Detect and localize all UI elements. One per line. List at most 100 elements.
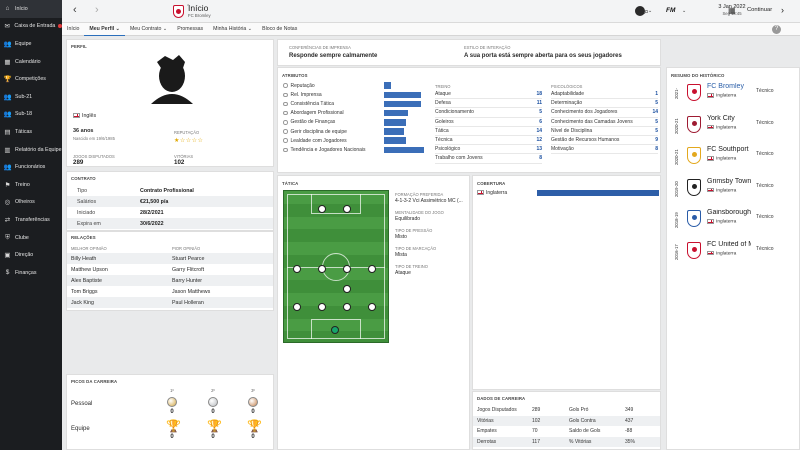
sidebar-item-7[interactable]: ▤ Táticas [0,123,62,141]
help-icon[interactable]: ? [772,25,781,34]
attribute-row[interactable]: Consistência Tática [283,99,383,108]
player-left-back[interactable] [293,303,301,311]
continue-arrow-icon[interactable]: › [781,5,784,15]
stat-value: 35% [625,438,636,445]
best-opinion-person[interactable]: Jack King [71,300,94,306]
sidebar-item-6[interactable]: 👥 Sub-18 [0,106,62,124]
career-stat-row: Empates 70 Saldo de Gols -88 [473,426,660,437]
tab-5[interactable]: Bloco de Notas [257,23,302,36]
sidebar-item-12[interactable]: ⇄ Transferências [0,211,62,229]
attribute-row[interactable]: Rel. Imprensa [283,90,383,99]
club-crest[interactable] [173,5,184,18]
best-opinion-person[interactable]: Billy Heath [71,256,96,262]
sidebar-item-10[interactable]: ⚑ Treino [0,176,62,194]
back-icon[interactable]: ‹ [73,4,77,16]
forward-icon[interactable]: › [95,4,99,16]
history-row[interactable]: 2019-20 Grimsby Town Inglaterra Técnico [672,174,800,204]
sidebar-item-5[interactable]: 👥 Sub-21 [0,88,62,106]
sidebar-item-4[interactable]: 🏆 Competições [0,70,62,88]
trophy-icon: 🏆 [207,419,222,433]
attribute-row[interactable]: Tendência e Jogadores Nacionais [283,145,383,154]
player-defensive-mid[interactable] [343,285,351,293]
history-club[interactable]: York City [707,115,751,122]
attribute-radio-icon[interactable] [283,129,288,134]
attribute-radio-icon[interactable] [283,92,288,98]
chevron-down-icon[interactable]: ⌄ [648,8,652,14]
player-goalkeeper[interactable] [331,326,339,334]
worst-opinion-person[interactable]: Paul Holleran [172,300,204,306]
attribute-row[interactable]: Gestão de Finanças [283,118,383,127]
attribute-radio-icon[interactable] [283,101,288,107]
sidebar-item-11[interactable]: ◎ Olheiros [0,194,62,212]
sidebar-item-15[interactable]: $ Finanças [0,264,62,282]
sidebar-item-14[interactable]: ▣ Direção [0,246,62,264]
history-club[interactable]: Gainsborough T... [707,209,751,216]
player-center-mid-right[interactable] [343,265,351,273]
worst-opinion-person[interactable]: Barry Hunter [172,278,202,284]
globe-icon[interactable] [635,6,645,16]
best-opinion-person[interactable]: Tom Briggs [71,289,98,295]
history-row[interactable]: 2021- FC Bromley Inglaterra Técnico [672,79,800,109]
history-row[interactable]: 2020-21 York City Inglaterra Técnico [672,111,800,141]
fm-chevron-icon[interactable]: ⌄ [682,8,686,14]
tab-0[interactable]: Início [62,23,84,36]
sidebar-item-9[interactable]: 👥 Funcionários [0,158,62,176]
home-icon: ⌂ [5,5,10,13]
sidebar-item-label: Caixa de Entrada [14,23,56,30]
player-center-back-right[interactable] [343,303,351,311]
history-row[interactable]: 2018-19 Gainsborough T... Inglaterra Técnic… [672,205,800,235]
formation-pitch[interactable] [283,190,389,343]
history-club[interactable]: FC Southport [707,146,751,153]
history-club[interactable]: FC United of M... [707,241,751,248]
formation-value[interactable]: 4-1-3-2 Vci Assimétrico MC (... [395,198,463,204]
player-center-back-left[interactable] [318,303,326,311]
history-row[interactable]: 2020-21 FC Southport Inglaterra Técnico [672,142,800,172]
attribute-value: 14 [536,127,542,134]
attribute-radio-icon[interactable] [283,147,288,153]
tactics-heading: TÁTICA [282,181,299,186]
sidebar-item-3[interactable]: ▦ Calendário [0,53,62,71]
player-center-mid-left[interactable] [318,265,326,273]
player-striker-right[interactable] [343,205,351,213]
player-right-back[interactable] [368,303,376,311]
career-high-count: 0 [251,434,255,440]
worst-opinion-person[interactable]: Jason Matthews [172,289,210,295]
worst-opinion-person[interactable]: Garry Flitcroft [172,267,204,273]
sidebar-item-13[interactable]: ⛨ Clube [0,229,62,247]
attribute-row[interactable]: Lealdade com Jogadores [283,136,383,145]
history-club[interactable]: FC Bromley [707,83,751,90]
career-high-count: 0 [211,434,215,440]
attribute-row[interactable]: Gerir disciplina de equipe [283,127,383,136]
tab-2[interactable]: Meu Contrato ⌄ [125,23,172,36]
coverage-country-text: Inglaterra [486,190,508,196]
player-striker-left[interactable] [318,205,326,213]
history-role: Técnico [756,119,774,126]
attribute-label: Reputação [290,82,315,89]
attribute-row[interactable]: Abordagem Profissional [283,109,383,118]
worst-opinion-person[interactable]: Stuart Pearce [172,256,204,262]
fm-logo[interactable]: FM [666,7,675,14]
history-club[interactable]: Grimsby Town [707,178,751,185]
sidebar-item-0[interactable]: ⌂ Início [0,0,62,18]
sidebar-item-label: Início [15,5,28,12]
sidebar-item-2[interactable]: 👥 Equipe [0,35,62,53]
attribute-row[interactable]: Reputação [283,81,383,90]
player-left-mid[interactable] [293,265,301,273]
best-opinion-person[interactable]: Alex Baptiste [71,278,102,284]
attribute-radio-icon[interactable] [283,110,288,116]
sidebar-item-1[interactable]: ✉ Caixa de Entrada [0,18,62,36]
calendar-icon-top[interactable]: ▦ [728,6,736,15]
rank-header: 2º [211,388,215,393]
attribute-radio-icon[interactable] [283,120,288,125]
tab-1[interactable]: Meu Perfil ⌄ [84,23,125,36]
player-right-mid[interactable] [368,265,376,273]
club-crest-icon [687,115,701,133]
tab-4[interactable]: Minha História ⌄ [208,23,257,36]
history-row[interactable]: 2016-17 FC United of M... Inglaterra Técnic… [672,237,800,267]
tab-3[interactable]: Promessas [172,23,208,36]
sidebar-item-8[interactable]: ▥ Relatório da Equipe [0,141,62,159]
attribute-radio-icon[interactable] [283,83,288,88]
best-opinion-person[interactable]: Matthew Upson [71,267,108,273]
continue-button[interactable]: Continuar [747,7,772,13]
attribute-radio-icon[interactable] [283,138,288,143]
